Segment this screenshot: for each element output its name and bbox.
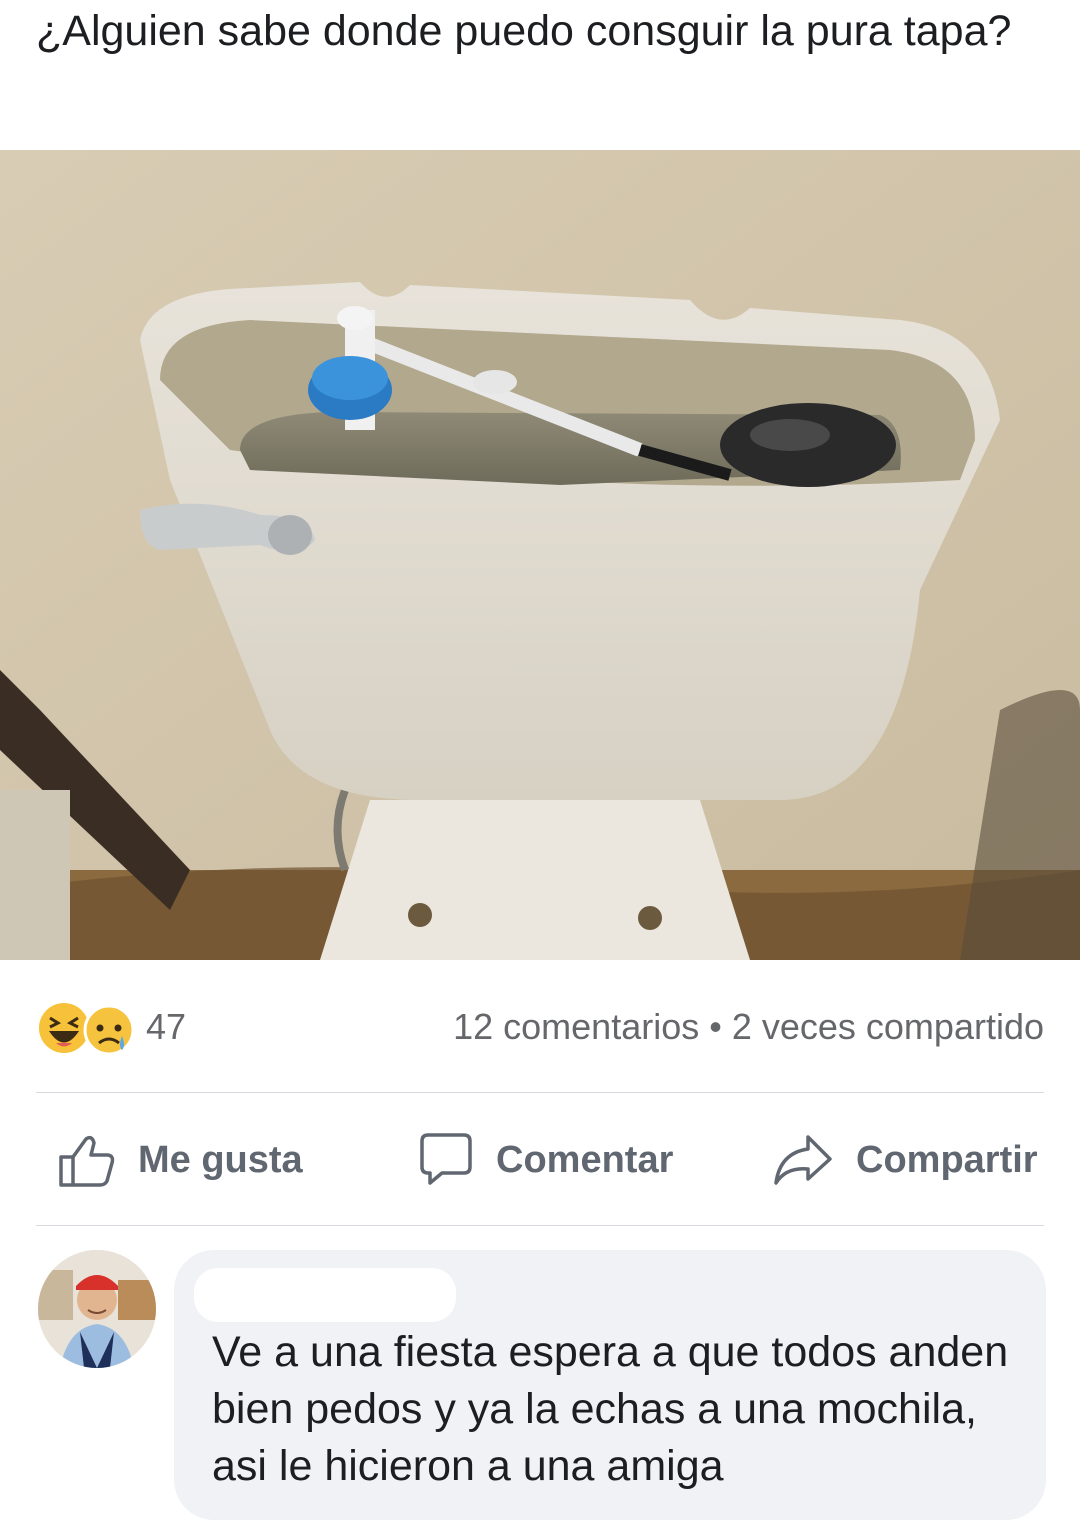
share-label: Compartir (856, 1138, 1038, 1181)
comment-author-redacted (194, 1268, 456, 1322)
comment-bubble: Ve a una fiesta espera a que todos anden… (174, 1250, 1046, 1520)
divider (36, 1225, 1044, 1226)
share-button[interactable]: Compartir (772, 1130, 1038, 1190)
thumbs-up-icon (59, 1135, 115, 1187)
post-text: ¿Alguien sabe donde puedo consguir la pu… (36, 7, 1012, 55)
shares-count-link[interactable]: 2 veces compartido (732, 1006, 1044, 1047)
engagement-stats: 12 comentarios • 2 veces compartido (453, 1006, 1044, 1048)
comment-label: Comentar (496, 1138, 674, 1181)
like-label: Me gusta (138, 1138, 303, 1181)
divider (36, 1092, 1044, 1093)
avatar-photo (38, 1250, 156, 1368)
haha-emoji-icon (39, 1003, 89, 1053)
like-button[interactable]: Me gusta (58, 1130, 303, 1190)
post-photo[interactable] (0, 150, 1080, 960)
reactions-row[interactable]: 47 12 comentarios • 2 veces compartido (36, 998, 1044, 1058)
comment-bubble-icon (420, 1133, 472, 1185)
commenter-avatar[interactable] (38, 1250, 156, 1368)
sad-emoji-icon (83, 1004, 135, 1056)
share-arrow-icon (774, 1135, 832, 1185)
reaction-icons (39, 1003, 135, 1056)
comment-text: Ve a una fiesta espera a que todos anden… (212, 1328, 1009, 1490)
comments-count-link[interactable]: 12 comentarios (453, 1006, 699, 1047)
reaction-count: 47 (146, 1006, 187, 1047)
toilet-tank-photo (0, 150, 1080, 960)
separator-dot: • (709, 1006, 722, 1047)
comment-button[interactable]: Comentar (416, 1130, 673, 1190)
action-bar: Me gusta Comentar Compartir (36, 1110, 1044, 1210)
